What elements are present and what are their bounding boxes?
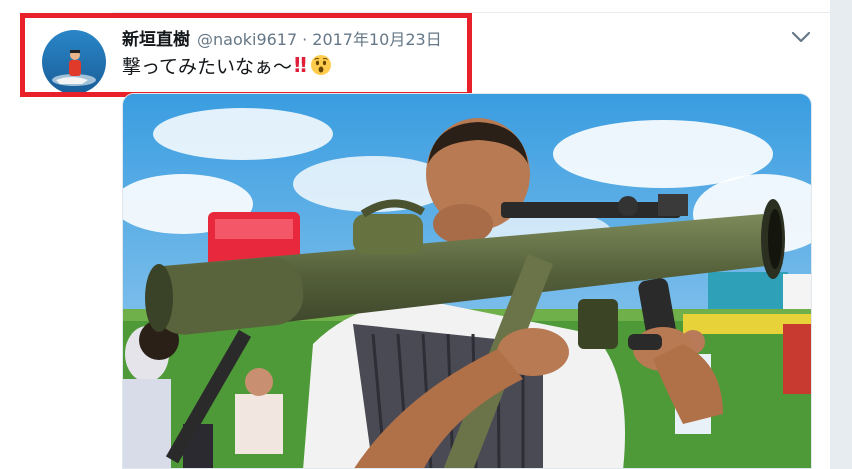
highlight-annotation [20,13,472,97]
chevron-down-icon[interactable] [790,28,812,46]
tweet-photo[interactable] [122,93,812,469]
tweet-card[interactable]: 新垣直樹 @naoki9617 · 2017年10月23日 撃ってみたいなぁ〜 … [0,0,831,469]
